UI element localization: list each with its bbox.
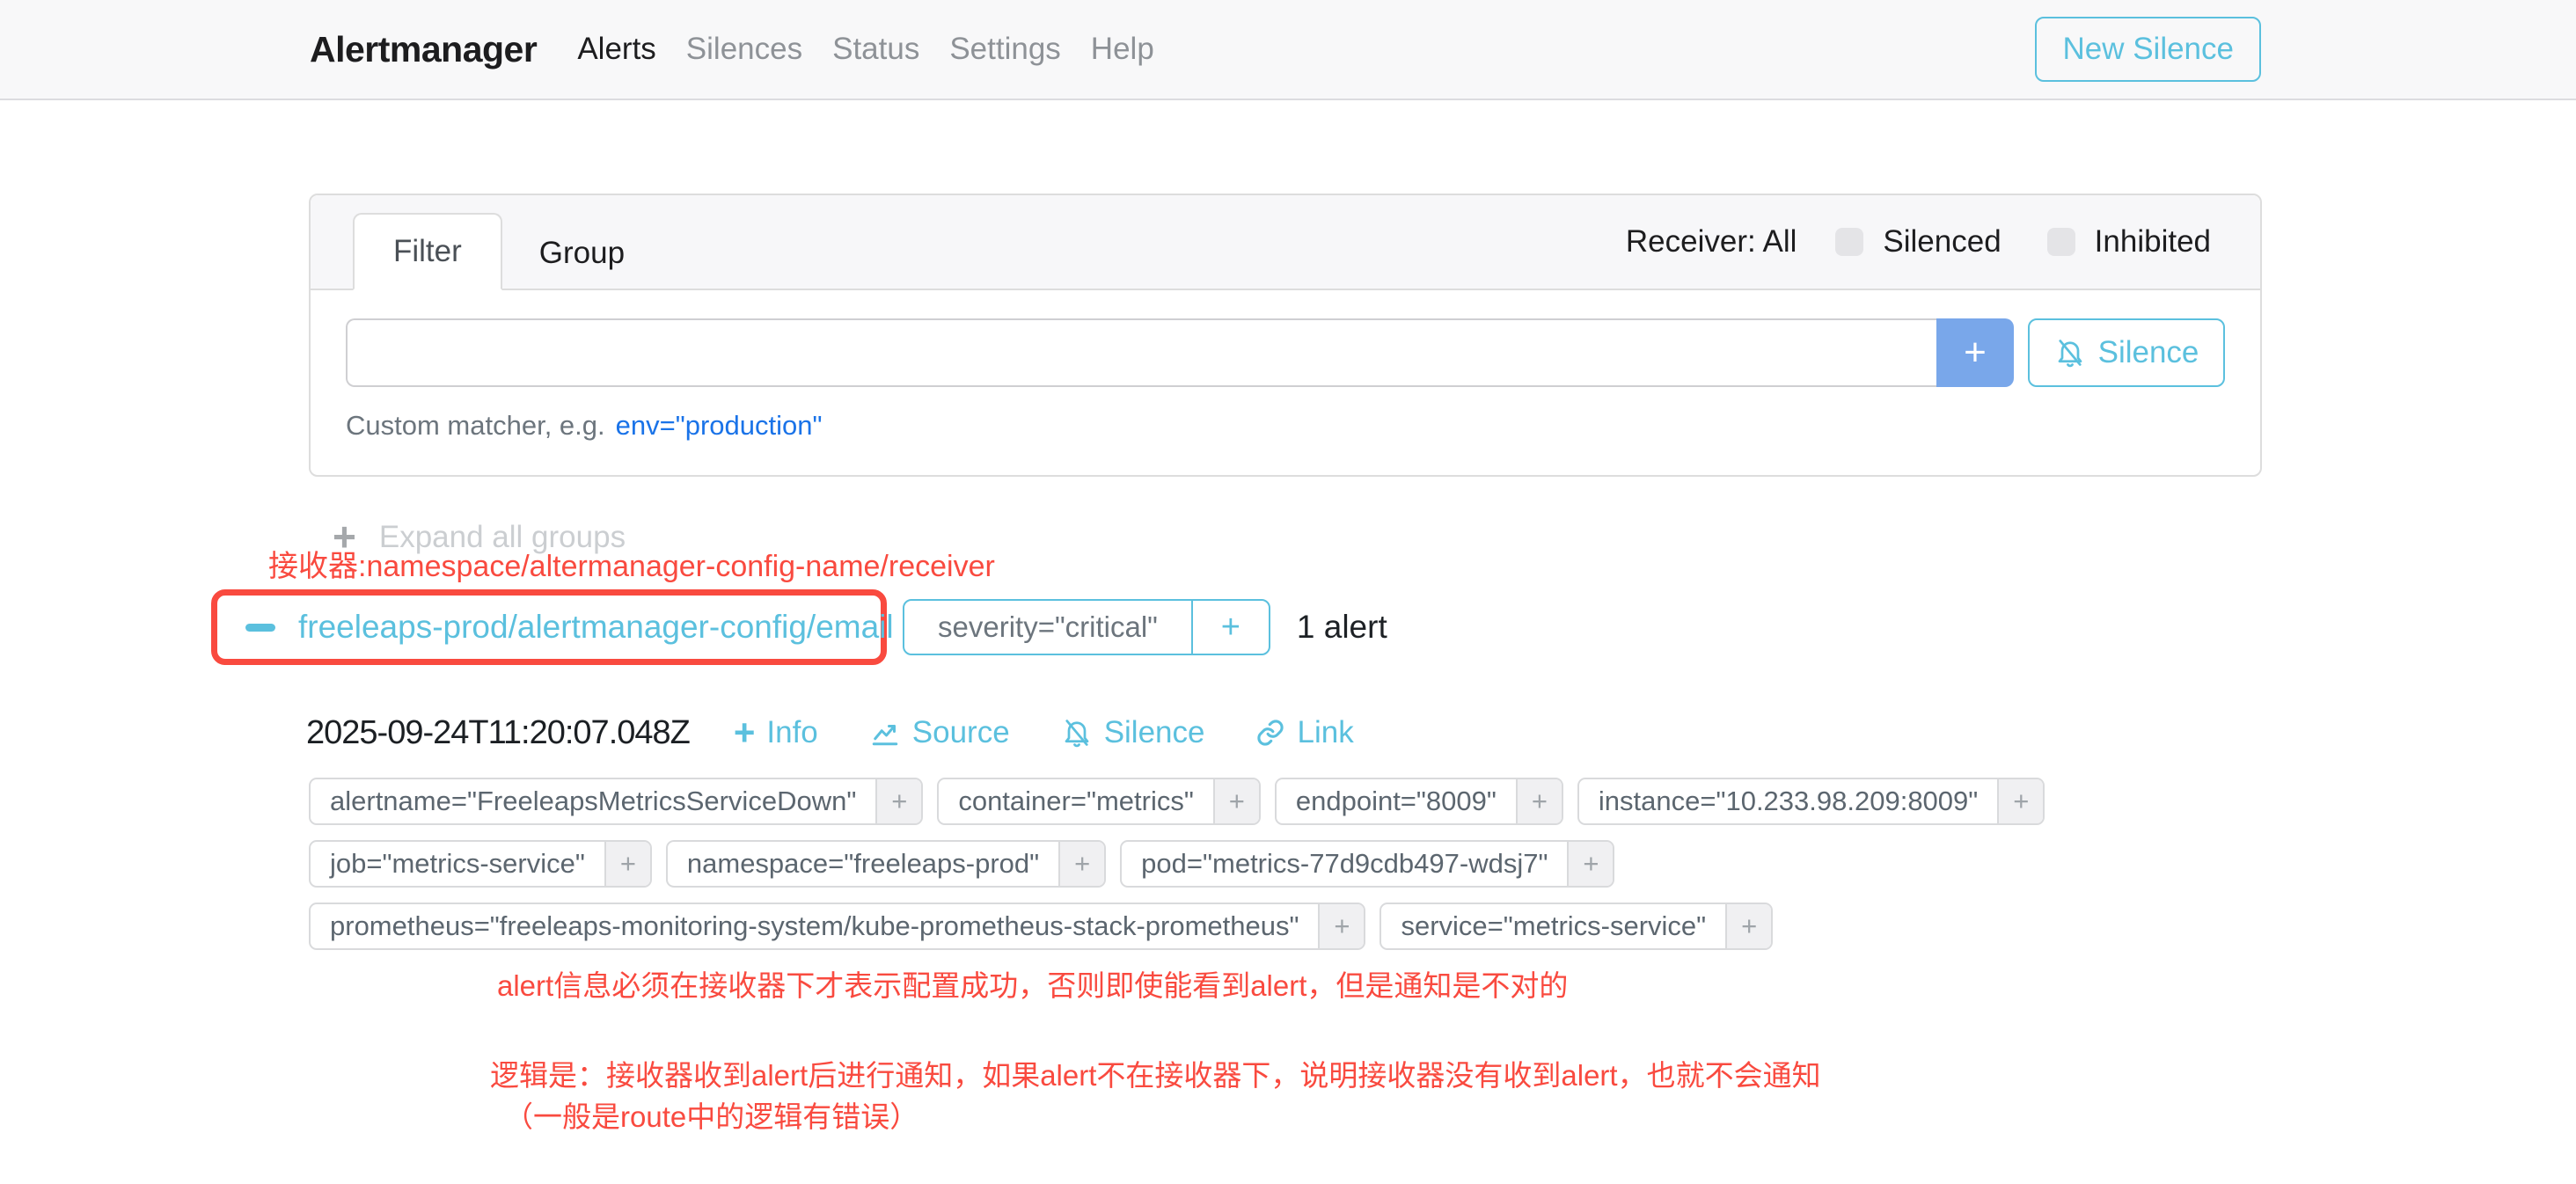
link-button[interactable]: Link (1255, 715, 1353, 750)
annotation-receiver-note: 接收器:namespace/altermanager-config-name/r… (268, 542, 995, 585)
alert-header: 2025-09-24T11:20:07.048Z + Info Source (306, 709, 1405, 756)
alert-label-text: endpoint="8009" (1277, 779, 1516, 823)
nav-item-settings[interactable]: Settings (949, 32, 1060, 67)
source-button-label: Source (912, 715, 1010, 750)
inhibited-label: Inhibited (2095, 224, 2211, 259)
link-icon (1255, 718, 1285, 748)
alert-count: 1 alert (1297, 609, 1387, 646)
nav-item-status[interactable]: Status (832, 32, 919, 67)
app-brand[interactable]: Alertmanager (310, 29, 537, 70)
main-nav: Alerts Silences Status Settings Help (577, 32, 1153, 67)
filter-panel: Filter Group Receiver: All Silenced Inhi… (309, 194, 2262, 477)
receiver-group-name: freeleaps-prod/alertmanager-config/email (298, 609, 894, 646)
nav-item-alerts[interactable]: Alerts (577, 32, 655, 67)
alert-label-text: container="metrics" (939, 779, 1213, 823)
matcher-hint: Custom matcher, e.g. env="production" (346, 410, 2225, 442)
add-label-filter-button[interactable]: + (1997, 779, 2043, 823)
filter-panel-body: + Silence Custom matcher, e.g. env="prod (311, 290, 2260, 470)
chart-line-icon (869, 717, 901, 749)
receiver-group-row: freeleaps-prod/alertmanager-config/email… (211, 589, 1387, 665)
plus-icon: + (734, 716, 756, 749)
alert-timestamp: 2025-09-24T11:20:07.048Z (306, 714, 690, 752)
nav-item-silences[interactable]: Silences (686, 32, 802, 67)
minus-icon (245, 624, 275, 632)
alert-label-chip: endpoint="8009" + (1275, 778, 1563, 825)
source-button[interactable]: Source (869, 715, 1010, 750)
add-label-filter-button[interactable]: + (875, 779, 921, 823)
annotation-note-3: （一般是route中的逻辑有错误） (504, 1093, 918, 1136)
add-label-filter-button[interactable]: + (1213, 779, 1259, 823)
bell-slash-icon (1061, 717, 1093, 749)
info-button[interactable]: + Info (734, 715, 818, 750)
add-label-filter-button[interactable]: + (1318, 904, 1364, 948)
alert-label-text: job="metrics-service" (311, 842, 604, 886)
info-button-label: Info (766, 715, 817, 750)
add-label-filter-button[interactable]: + (1058, 842, 1104, 886)
silenced-checkbox[interactable] (1835, 228, 1863, 256)
matcher-hint-text: Custom matcher, e.g. (346, 410, 605, 442)
add-matcher-button[interactable]: + (1936, 318, 2014, 387)
alert-label-chip: namespace="freeleaps-prod" + (666, 840, 1106, 888)
add-label-filter-button[interactable]: + (1516, 779, 1562, 823)
alert-label-text: pod="metrics-77d9cdb497-wdsj7" (1122, 842, 1567, 886)
annotation-highlight-box: freeleaps-prod/alertmanager-config/email (211, 589, 887, 665)
alert-label-chip: container="metrics" + (937, 778, 1261, 825)
nav-item-help[interactable]: Help (1091, 32, 1154, 67)
link-button-label: Link (1297, 715, 1353, 750)
add-label-filter-button[interactable]: + (1567, 842, 1613, 886)
alert-label-chip: job="metrics-service" + (309, 840, 652, 888)
silence-alert-button-label: Silence (1104, 715, 1205, 750)
group-matcher-add-button[interactable]: + (1191, 601, 1269, 654)
matcher-input[interactable] (346, 318, 1936, 387)
silence-button[interactable]: Silence (2028, 318, 2225, 387)
alert-label-chip: alertname="FreeleapsMetricsServiceDown" … (309, 778, 923, 825)
receiver-group-toggle[interactable]: freeleaps-prod/alertmanager-config/email (245, 609, 894, 646)
annotation-note-2: 逻辑是：接收器收到alert后进行通知，如果alert不在接收器下，说明接收器没… (490, 1052, 1821, 1094)
alert-label-text: alertname="FreeleapsMetricsServiceDown" (311, 779, 875, 823)
inhibited-checkbox[interactable] (2047, 228, 2075, 256)
add-label-filter-button[interactable]: + (1725, 904, 1771, 948)
group-matcher-text: severity="critical" (904, 601, 1191, 654)
alert-label-text: service="metrics-service" (1381, 904, 1725, 948)
alert-label-chip: service="metrics-service" + (1379, 903, 1773, 950)
alert-label-text: namespace="freeleaps-prod" (668, 842, 1058, 886)
alert-label-chip: instance="10.233.98.209:8009" + (1577, 778, 2045, 825)
tab-filter[interactable]: Filter (353, 213, 502, 290)
filter-options: Receiver: All Silenced Inhibited (1626, 224, 2211, 259)
bell-slash-icon (2054, 337, 2086, 369)
alertmanager-app: Alertmanager Alerts Silences Status Sett… (0, 0, 2576, 1184)
alert-label-text: instance="10.233.98.209:8009" (1579, 779, 1997, 823)
filter-panel-tabs: Filter Group Receiver: All Silenced Inhi… (311, 195, 2260, 290)
receiver-filter[interactable]: Receiver: All (1626, 224, 1797, 259)
add-label-filter-button[interactable]: + (604, 842, 650, 886)
tab-group[interactable]: Group (502, 218, 662, 289)
silence-alert-button[interactable]: Silence (1061, 715, 1205, 750)
alert-label-text: prometheus="freeleaps-monitoring-system/… (311, 904, 1318, 948)
alert-label-chip: prometheus="freeleaps-monitoring-system/… (309, 903, 1365, 950)
alert-label-chip: pod="metrics-77d9cdb497-wdsj7" + (1120, 840, 1614, 888)
silenced-label: Silenced (1883, 224, 2001, 259)
group-matcher-chip: severity="critical" + (903, 599, 1270, 655)
new-silence-button[interactable]: New Silence (2035, 17, 2261, 82)
alert-labels: alertname="FreeleapsMetricsServiceDown" … (309, 778, 2253, 950)
annotation-note-1: alert信息必须在接收器下才表示配置成功，否则即使能看到alert，但是通知是… (497, 962, 1568, 1005)
matcher-example-link[interactable]: env="production" (616, 410, 823, 442)
matcher-input-group: + (346, 318, 2014, 387)
navbar: Alertmanager Alerts Silences Status Sett… (0, 0, 2576, 100)
silence-button-label: Silence (2098, 335, 2199, 370)
